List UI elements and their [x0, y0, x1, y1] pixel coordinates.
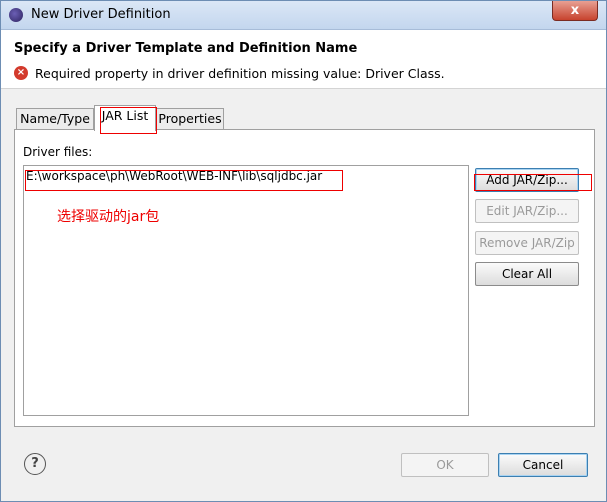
page-title: Specify a Driver Template and Definition… — [14, 41, 358, 56]
add-highlight-box — [474, 174, 592, 191]
tab-name-type[interactable]: Name/Type — [16, 108, 94, 129]
driver-files-list[interactable] — [23, 165, 469, 416]
cancel-button[interactable]: Cancel — [498, 453, 588, 477]
tab-highlight-box — [100, 107, 157, 134]
help-icon[interactable]: ? — [24, 453, 46, 475]
dialog-window: New Driver Definition x Specify a Driver… — [0, 0, 607, 502]
annotation-text: 选择驱动的jar包 — [57, 209, 160, 225]
dialog-header: Specify a Driver Template and Definition… — [1, 30, 606, 89]
window-title: New Driver Definition — [31, 7, 171, 22]
driver-files-label: Driver files: — [23, 145, 93, 159]
jar-highlight-box — [25, 170, 343, 191]
eclipse-icon — [9, 8, 23, 22]
edit-jar-button[interactable]: Edit JAR/Zip... — [475, 199, 579, 223]
error-message: Required property in driver definition m… — [35, 66, 445, 81]
remove-jar-button[interactable]: Remove JAR/Zip — [475, 231, 579, 255]
ok-button[interactable]: OK — [401, 453, 489, 477]
clear-all-button[interactable]: Clear All — [475, 262, 579, 286]
close-button[interactable]: x — [552, 1, 598, 21]
error-icon: × — [14, 66, 28, 80]
tab-properties[interactable]: Properties — [156, 108, 224, 129]
title-bar: New Driver Definition x — [1, 1, 606, 30]
